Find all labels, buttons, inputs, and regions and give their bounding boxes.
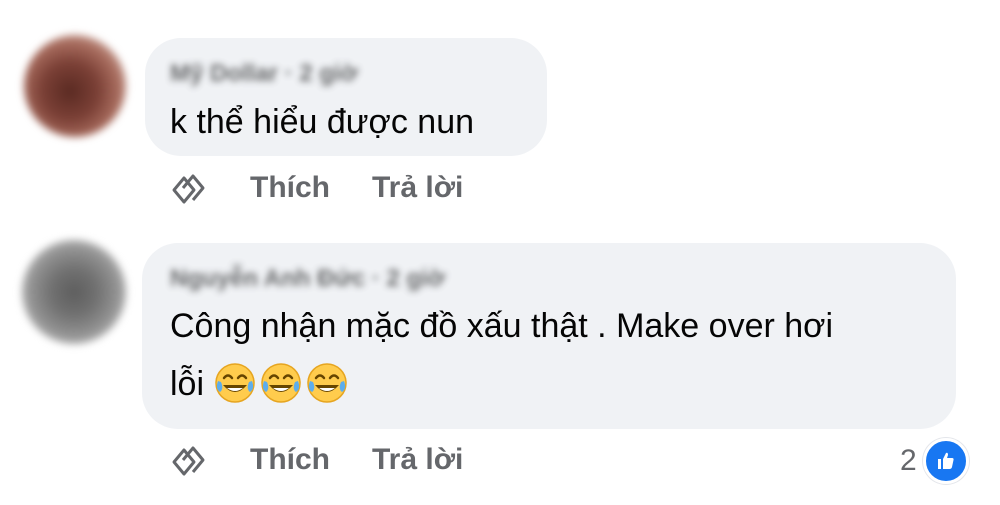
like-button[interactable]: Thích [250, 171, 330, 205]
comment-text: k thể hiểu được nun [170, 103, 475, 141]
tears-of-joy-icon [261, 363, 302, 403]
reply-button[interactable]: Trả lời [372, 443, 463, 477]
avatar[interactable] [24, 35, 126, 137]
react-emoji-icon[interactable] [166, 168, 208, 208]
comment-actions: Thích Trả lời [166, 168, 463, 208]
comment-author[interactable]: Mỹ Dollar · 2 giờ [170, 60, 358, 88]
tears-of-joy-icon [215, 363, 256, 403]
reaction-summary[interactable]: 2 [900, 438, 969, 484]
comment-text-container: Công nhận mặc đồ xấu thật . Make over hơ… [170, 297, 940, 415]
tears-of-joy-icon [307, 363, 348, 403]
comment-actions: Thích Trả lời [166, 440, 463, 480]
comment-author[interactable]: Nguyễn Anh Đức · 2 giờ [170, 265, 445, 293]
avatar[interactable] [22, 240, 126, 344]
reply-button[interactable]: Trả lời [372, 171, 463, 205]
emoji-group [213, 357, 351, 415]
like-button[interactable]: Thích [250, 443, 330, 477]
comment-thread: Mỹ Dollar · 2 giờ k thể hiểu được nun Th… [0, 0, 1000, 505]
like-icon [922, 438, 969, 484]
reaction-count: 2 [900, 444, 917, 477]
react-emoji-icon[interactable] [166, 440, 208, 480]
